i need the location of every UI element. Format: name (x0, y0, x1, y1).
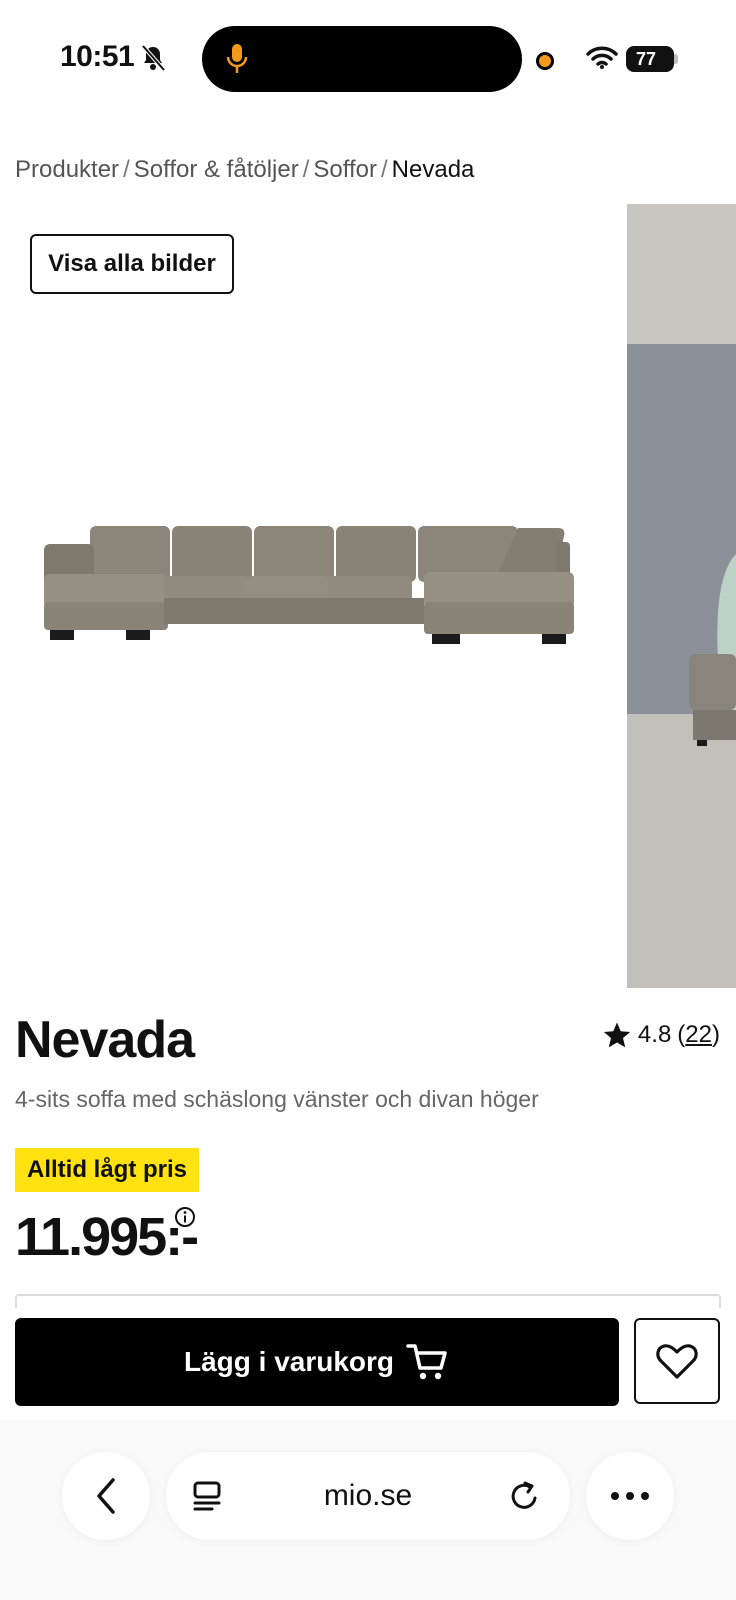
add-to-cart-button[interactable]: Lägg i varukorg (15, 1318, 619, 1406)
price-badge: Alltid lågt pris (15, 1148, 200, 1192)
more-options-button[interactable] (586, 1452, 674, 1540)
browser-toolbar: mio.se (0, 1420, 736, 1600)
back-button[interactable] (62, 1452, 150, 1540)
breadcrumb: Produkter / Soffor & fåtöljer / Soffor / Nevad… (15, 156, 474, 184)
review-count-close: ) (712, 1021, 720, 1048)
status-time: 10:51 (60, 40, 135, 73)
wifi-icon (586, 46, 618, 69)
review-count[interactable]: (22) (677, 1021, 720, 1049)
cart-icon (406, 1344, 447, 1380)
product-gallery[interactable]: Visa alla bilder (0, 204, 736, 988)
wishlist-button[interactable] (634, 1318, 720, 1404)
star-icon (603, 1022, 631, 1048)
info-icon[interactable] (174, 1206, 196, 1228)
ellipsis-icon (611, 1492, 649, 1500)
rating-value: 4.8 (637, 1021, 672, 1048)
chevron-left-icon (97, 1478, 115, 1514)
breadcrumb-link-soffor[interactable]: Soffor (313, 156, 377, 183)
battery-level: 77 (635, 49, 657, 69)
breadcrumb-link-soffor-fatoljer[interactable]: Soffor & fåtöljer (134, 156, 299, 183)
address-bar[interactable]: mio.se (166, 1452, 570, 1540)
breadcrumb-separator: / (302, 156, 310, 183)
status-bar: 10:51 77 (0, 0, 736, 118)
product-price: 11.995:- (15, 1207, 199, 1267)
product-title: Nevada (15, 1011, 195, 1069)
breadcrumb-link-produkter[interactable]: Produkter (15, 156, 119, 183)
product-subtitle: 4-sits soffa med schäslong vänster och d… (15, 1086, 539, 1112)
heart-icon (656, 1344, 698, 1379)
breadcrumb-separator: / (381, 156, 388, 183)
battery-tip (674, 54, 678, 64)
breadcrumb-separator: / (123, 156, 130, 183)
product-rating[interactable]: 4.8 (22) (602, 1020, 720, 1050)
room-preview-image[interactable] (627, 204, 736, 988)
review-count-number[interactable]: 22 (685, 1021, 712, 1048)
bell-muted-icon (141, 44, 166, 72)
show-all-images-button[interactable]: Visa alla bilder (30, 234, 234, 294)
section-divider (15, 1294, 721, 1308)
breadcrumb-current: Nevada (391, 156, 475, 183)
microphone-icon (226, 44, 248, 73)
dynamic-island (202, 26, 522, 92)
sofa-image[interactable] (40, 514, 590, 664)
reload-icon[interactable] (506, 1478, 542, 1514)
battery-icon: 77 (626, 46, 674, 72)
add-to-cart-label: Lägg i varukorg (183, 1346, 395, 1377)
recording-indicator (536, 52, 554, 70)
